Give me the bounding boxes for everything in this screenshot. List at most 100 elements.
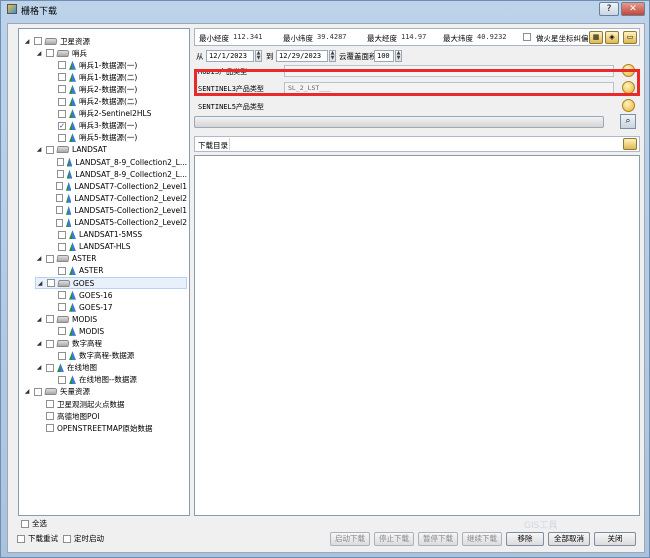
tree-checkbox[interactable] (58, 291, 66, 300)
tree-checkbox[interactable] (58, 73, 66, 82)
tree-item[interactable]: ◢ GOES (35, 277, 187, 289)
max-lon-value[interactable]: 114.97 (401, 33, 426, 41)
expand-arrow-icon[interactable]: ◢ (23, 388, 31, 395)
tree-checkbox[interactable] (34, 37, 42, 45)
max-lat-value[interactable]: 40.9232 (477, 33, 507, 41)
timer-checkbox[interactable]: 定时启动 (60, 533, 104, 544)
tree-checkbox[interactable] (58, 351, 66, 360)
to-date-spinner[interactable]: ▲ ▼ (329, 50, 336, 62)
tree-checkbox[interactable] (46, 363, 54, 372)
to-date-input[interactable]: 12/29/2023 (276, 50, 328, 62)
open-folder-icon[interactable]: ▭ (623, 31, 637, 44)
tree-checkbox[interactable] (58, 109, 66, 118)
tree-checkbox[interactable] (58, 61, 66, 70)
start-download-button[interactable]: 启动下载 (330, 532, 370, 546)
cancel-all-button[interactable]: 全部取消 (548, 532, 590, 546)
help-button[interactable]: ? (599, 2, 619, 16)
expand-arrow-icon[interactable]: ◢ (35, 340, 43, 347)
tree-checkbox[interactable] (58, 133, 66, 142)
tree-checkbox[interactable] (58, 303, 66, 312)
checkbox[interactable] (21, 519, 29, 528)
search-button[interactable]: ⌕ (620, 114, 636, 129)
tree-item[interactable]: OPENSTREETMAP原始数据 (35, 422, 187, 434)
from-date-spinner[interactable]: ▲ ▼ (255, 50, 262, 62)
expand-arrow-icon[interactable]: ◢ (36, 280, 44, 287)
tree-item[interactable]: ◢ ASTER (35, 253, 187, 265)
tree-item[interactable]: 在线地图--数据源 (47, 374, 187, 386)
fire-correction-checkbox[interactable] (523, 33, 531, 41)
resume-download-button[interactable]: 继续下载 (462, 532, 502, 546)
tree-item[interactable]: 哨兵2-数据源(一) (47, 83, 187, 95)
refresh-icon[interactable] (622, 99, 635, 112)
tree-item[interactable]: LANDSAT1-5MSS (47, 229, 187, 241)
checkbox[interactable] (17, 534, 25, 543)
tree-checkbox[interactable] (56, 206, 63, 215)
expand-arrow-icon[interactable]: ◢ (35, 50, 43, 57)
checkbox[interactable] (63, 534, 71, 543)
tree-item[interactable]: LANDSAT5-Collection2_Level2 (47, 217, 187, 229)
tree-checkbox[interactable] (58, 375, 66, 384)
tree-item[interactable]: ◢ 数字高程 (35, 338, 187, 350)
tree-item[interactable]: ◢ LANDSAT (35, 144, 187, 156)
download-list-area[interactable] (194, 155, 640, 516)
resource-tree[interactable]: ◢ 卫星资源 ◢ 哨兵 哨兵1-数据源(一) 哨兵1-数据源(二) 哨兵2-数据源(一) 哨兵… (18, 28, 190, 516)
tree-item[interactable]: ◢ 哨兵 (35, 47, 187, 59)
cloud-input[interactable]: 100 (374, 50, 394, 62)
tree-item[interactable]: ASTER (47, 265, 187, 277)
tree-checkbox[interactable] (46, 254, 54, 263)
close-window-button[interactable]: ✕ (621, 2, 645, 16)
tree-checkbox[interactable] (56, 158, 64, 166)
expand-arrow-icon[interactable]: ◢ (35, 255, 43, 262)
tree-item[interactable]: ◢ 在线地图 (35, 362, 187, 374)
download-dir-input[interactable] (229, 138, 619, 150)
tree-item[interactable]: LANDSAT7-Collection2_Level1 (47, 180, 187, 192)
tree-checkbox[interactable] (58, 327, 66, 336)
close-button[interactable]: 关闭 (594, 532, 636, 546)
select-all-checkbox[interactable]: 全选 (18, 518, 47, 529)
tree-item[interactable]: 哨兵2-Sentinel2HLS (47, 108, 187, 120)
tree-item[interactable]: ◢ 卫星资源 (23, 35, 187, 47)
expand-arrow-icon[interactable]: ◢ (35, 364, 43, 371)
browse-folder-icon[interactable] (623, 138, 637, 150)
tree-item[interactable]: ◢ 矢量资源 (23, 386, 187, 398)
expand-arrow-icon[interactable]: ◢ (23, 38, 31, 45)
map-select-icon[interactable]: ▦ (589, 31, 603, 44)
tree-item[interactable]: LANDSAT_8-9_Collection2_L... (47, 156, 187, 168)
tree-checkbox[interactable] (56, 170, 64, 179)
remove-button[interactable]: 移除 (506, 532, 544, 546)
tree-item[interactable]: GOES-17 (47, 301, 187, 313)
tree-checkbox[interactable] (56, 218, 63, 227)
from-date-input[interactable]: 12/1/2023 (206, 50, 254, 62)
tree-checkbox[interactable] (46, 339, 54, 348)
tree-item[interactable]: 高德地图POI (35, 410, 187, 422)
tree-checkbox[interactable] (58, 242, 66, 251)
expand-arrow-icon[interactable]: ◢ (35, 316, 43, 323)
expand-arrow-icon[interactable]: ◢ (35, 146, 43, 153)
min-lon-value[interactable]: 112.341 (233, 33, 263, 41)
tree-checkbox[interactable] (47, 279, 55, 287)
tree-checkbox[interactable] (34, 387, 42, 396)
tree-checkbox[interactable] (58, 85, 66, 94)
tree-item[interactable]: LANDSAT5-Collection2_Level1 (47, 204, 187, 216)
tree-checkbox[interactable] (56, 182, 63, 191)
tree-item[interactable]: ◢ MODIS (35, 313, 187, 325)
tree-checkbox[interactable] (46, 424, 54, 433)
tree-item[interactable]: MODIS (47, 325, 187, 337)
tree-checkbox[interactable] (46, 400, 54, 408)
tree-item[interactable]: LANDSAT_8-9_Collection2_L... (47, 168, 187, 180)
pause-download-button[interactable]: 暂停下载 (418, 532, 458, 546)
tree-item[interactable]: ✓ 哨兵3-数据源(一) (47, 120, 187, 132)
tree-item[interactable]: 哨兵1-数据源(一) (47, 59, 187, 71)
tree-checkbox[interactable] (46, 412, 54, 421)
cloud-spinner[interactable]: ▲ ▼ (395, 50, 402, 62)
tree-checkbox[interactable] (56, 194, 63, 203)
tree-item[interactable]: 哨兵1-数据源(二) (47, 71, 187, 83)
tree-checkbox[interactable]: ✓ (58, 121, 66, 130)
tree-checkbox[interactable] (46, 145, 54, 154)
tree-checkbox[interactable] (58, 97, 66, 106)
tree-checkbox[interactable] (58, 230, 66, 239)
tree-item[interactable]: 卫星观测起火点数据 (35, 398, 187, 410)
tree-item[interactable]: LANDSAT7-Collection2_Level2 (47, 192, 187, 204)
layers-icon[interactable]: ◈ (605, 31, 619, 44)
tree-checkbox[interactable] (58, 266, 66, 275)
